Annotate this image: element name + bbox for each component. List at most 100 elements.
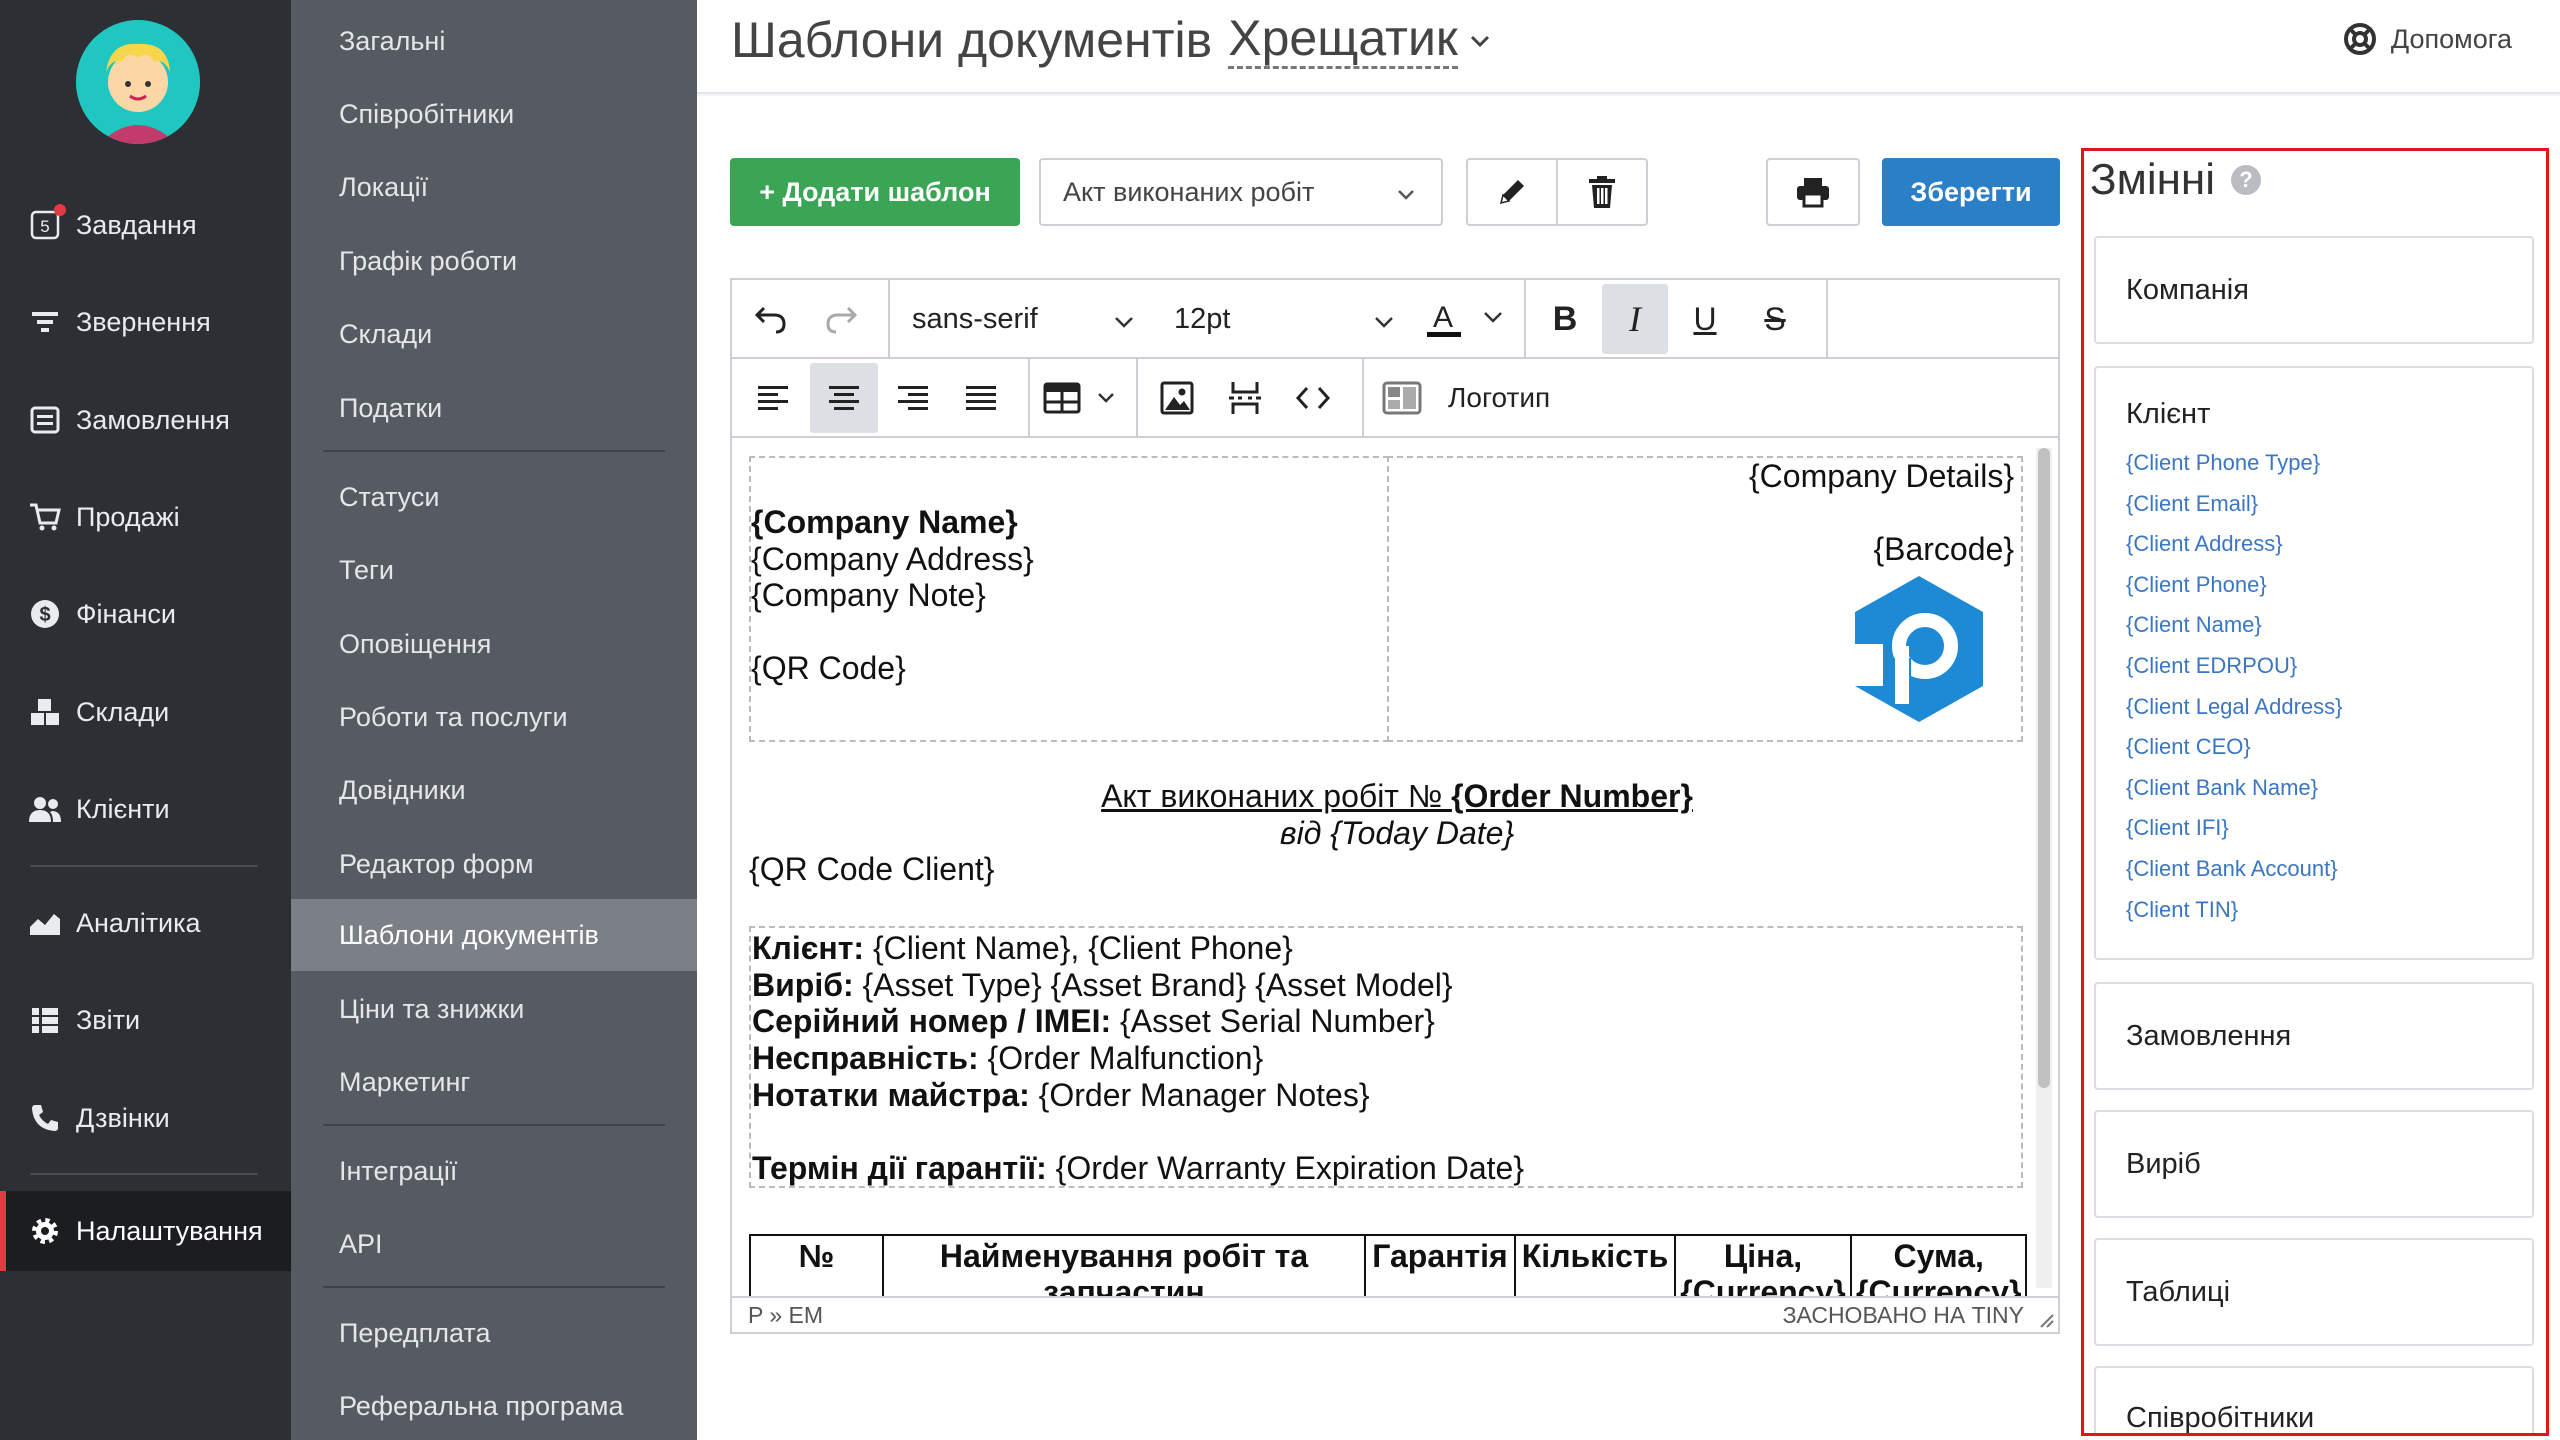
table-header-cell: Гарантія <box>1364 1234 1516 1296</box>
submenu-item-employees[interactable]: Співробітники <box>291 78 697 150</box>
submenu-item-referral[interactable]: Реферальна програма <box>291 1370 697 1440</box>
font-family-value: sans-serif <box>912 302 1038 335</box>
variable-group-title: Співробітники <box>2126 1402 2315 1434</box>
variable-link[interactable]: {Client Bank Name} <box>2096 768 2532 809</box>
page-break-icon[interactable] <box>1212 363 1278 433</box>
variables-title: Змінні ? <box>2090 155 2261 205</box>
variable-link[interactable]: {Client TIN} <box>2096 890 2532 931</box>
text-color-button[interactable]: A <box>1418 284 1512 354</box>
submenu-item-schedule[interactable]: Графік роботи <box>291 225 697 297</box>
variable-group-order[interactable]: Замовлення <box>2094 982 2534 1090</box>
edit-template-button[interactable] <box>1466 158 1558 226</box>
variable-group-asset[interactable]: Виріб <box>2094 1110 2534 1218</box>
variable-link[interactable]: {Client Address} <box>2096 524 2532 565</box>
powered-by-label[interactable]: ЗАСНОВАНО НА TINY <box>1783 1302 2024 1329</box>
undo-icon[interactable] <box>740 284 802 354</box>
help-icon[interactable]: ? <box>2230 165 2261 195</box>
editor-scrollbar[interactable] <box>2036 448 2052 1288</box>
variable-link[interactable]: {Client EDRPOU} <box>2096 646 2532 687</box>
submenu-item-integrations[interactable]: Інтеграції <box>291 1135 697 1207</box>
submenu-item-api[interactable]: API <box>291 1208 697 1280</box>
filter-icon <box>28 305 62 339</box>
submenu-item-warehouses[interactable]: Склади <box>291 298 697 370</box>
nav-settings[interactable]: Налаштування <box>0 1191 291 1271</box>
nav-sales[interactable]: Продажі <box>0 477 291 557</box>
variable-link[interactable]: {Client Phone Type} <box>2096 443 2532 484</box>
location-selector[interactable]: Хрещатик <box>1228 10 1458 69</box>
nav-finance[interactable]: $ Фінанси <box>0 574 291 654</box>
nav-label: Звернення <box>76 306 211 337</box>
act-title: Акт виконаних робіт № {Order Number} <box>732 778 2058 815</box>
strikethrough-icon[interactable]: S <box>1742 284 1808 354</box>
bold-icon[interactable]: B <box>1532 284 1598 354</box>
submenu-item-general[interactable]: Загальні <box>291 5 697 77</box>
align-left-icon[interactable] <box>740 363 806 433</box>
variable-link[interactable]: {Client Bank Account} <box>2096 849 2532 890</box>
variable-link[interactable]: {Client Phone} <box>2096 565 2532 606</box>
help-link[interactable]: Допомога <box>2343 22 2512 56</box>
variable-group-employees[interactable]: Співробітники <box>2094 1366 2534 1434</box>
page-title-text: Шаблони документів <box>731 11 1213 68</box>
nav-clients[interactable]: Клієнти <box>0 769 291 849</box>
submenu-item-tags[interactable]: Теги <box>291 534 697 606</box>
submenu-item-taxes[interactable]: Податки <box>291 372 697 444</box>
variable-link[interactable]: {Client IFI} <box>2096 808 2532 849</box>
image-icon[interactable] <box>1144 363 1210 433</box>
chart-icon <box>28 906 62 940</box>
variable-group-company[interactable]: Компанія <box>2094 236 2534 344</box>
nav-requests[interactable]: Звернення <box>0 282 291 362</box>
variable-link[interactable]: {Client Name} <box>2096 605 2532 646</box>
redo-icon[interactable] <box>810 284 872 354</box>
variable-link[interactable]: {Client Email} <box>2096 484 2532 525</box>
table-header-cell: № <box>749 1234 884 1296</box>
nav-orders[interactable]: Замовлення <box>0 380 291 460</box>
table-header-cell: Ціна, {Currency} <box>1674 1234 1852 1296</box>
editor-document[interactable]: {Company Details} {Barcode} {Company Nam… <box>732 440 2058 1296</box>
svg-text:$: $ <box>39 604 50 626</box>
nav-tasks[interactable]: 5 Завдання <box>0 185 291 265</box>
align-justify-icon[interactable] <box>948 363 1014 433</box>
nav-calls[interactable]: Дзвінки <box>0 1078 291 1158</box>
save-button[interactable]: Зберегти <box>1882 158 2060 226</box>
nav-label: Склади <box>76 696 170 727</box>
nav-analytics[interactable]: Аналітика <box>0 883 291 963</box>
nav-reports[interactable]: Звіти <box>0 980 291 1060</box>
delete-template-button[interactable] <box>1556 158 1648 226</box>
submenu-item-marketing[interactable]: Маркетинг <box>291 1046 697 1118</box>
align-center-icon[interactable] <box>810 363 878 433</box>
add-template-button[interactable]: + Додати шаблон <box>730 158 1020 226</box>
font-size-select[interactable]: 12pt <box>1152 284 1410 354</box>
act-title-text: Акт виконаних робіт № <box>1101 778 1452 814</box>
element-path[interactable]: P » EM <box>748 1302 823 1329</box>
page-title: Шаблони документів Хрещатик <box>731 10 1490 69</box>
printer-icon <box>1797 178 1829 208</box>
submenu-item-form-editor[interactable]: Редактор форм <box>291 828 697 900</box>
variable-link[interactable]: {Client Legal Address} <box>2096 687 2532 728</box>
submenu-item-statuses[interactable]: Статуси <box>291 461 697 533</box>
submenu-item-locations[interactable]: Локації <box>291 151 697 223</box>
nav-warehouses[interactable]: Склади <box>0 672 291 752</box>
submenu-item-services[interactable]: Роботи та послуги <box>291 681 697 753</box>
font-family-select[interactable]: sans-serif <box>890 284 1150 354</box>
variable-link[interactable]: {Client CEO} <box>2096 727 2532 768</box>
print-button[interactable] <box>1766 158 1860 226</box>
italic-icon[interactable]: I <box>1602 284 1668 354</box>
submenu-item-notifications[interactable]: Оповіщення <box>291 608 697 680</box>
submenu-item-subscription[interactable]: Передплата <box>291 1297 697 1369</box>
table-icon[interactable] <box>1036 363 1126 433</box>
align-right-icon[interactable] <box>880 363 946 433</box>
submenu-item-document-templates[interactable]: Шаблони документів <box>291 899 697 971</box>
submenu-item-dictionaries[interactable]: Довідники <box>291 754 697 826</box>
resize-handle-icon[interactable] <box>2038 1312 2054 1328</box>
underline-icon[interactable]: U <box>1672 284 1738 354</box>
template-select[interactable]: Акт виконаних робіт <box>1039 158 1443 226</box>
scrollbar-thumb[interactable] <box>2038 448 2050 1088</box>
logo-insert-button[interactable]: Логотип <box>1370 363 1570 433</box>
variable-group-tables[interactable]: Таблиці <box>2094 1238 2534 1346</box>
source-code-icon[interactable] <box>1280 363 1346 433</box>
submenu-item-prices[interactable]: Ціни та знижки <box>291 973 697 1045</box>
chevron-down-icon[interactable] <box>1470 24 1490 55</box>
template-block-icon <box>1382 381 1422 415</box>
variable-group-title[interactable]: Клієнт <box>2096 398 2532 431</box>
user-avatar[interactable] <box>76 20 200 144</box>
